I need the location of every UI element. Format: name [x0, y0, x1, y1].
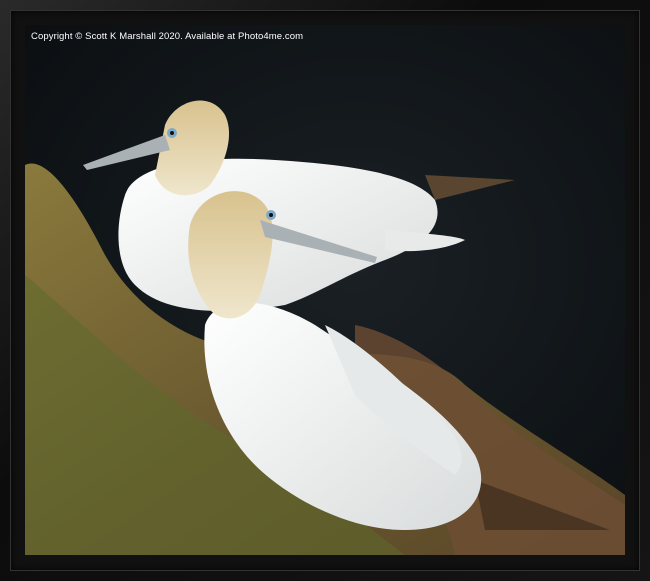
copyright-watermark: Copyright © Scott K Marshall 2020. Avail…	[31, 31, 304, 42]
gannets-photo	[25, 25, 625, 555]
photo-canvas: Copyright © Scott K Marshall 2020. Avail…	[25, 25, 625, 555]
picture-frame: Copyright © Scott K Marshall 2020. Avail…	[0, 0, 650, 581]
